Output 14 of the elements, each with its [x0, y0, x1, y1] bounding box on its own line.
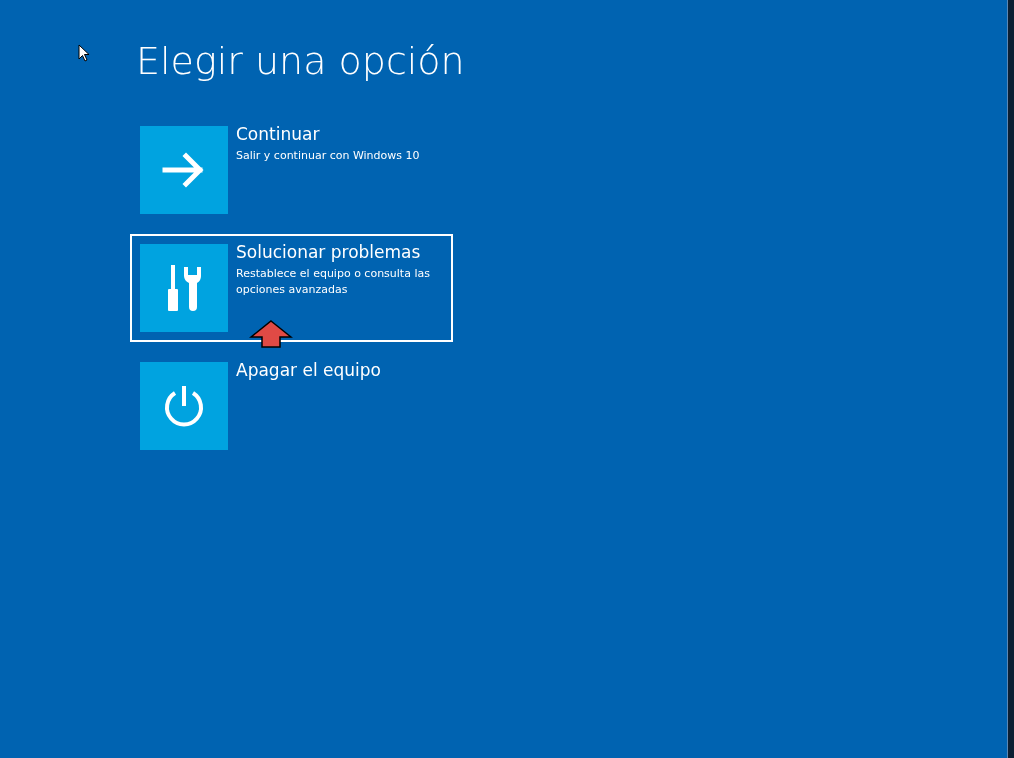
option-title: Continuar [236, 122, 321, 146]
power-icon [162, 383, 206, 428]
option-tile[interactable]: Solucionar problemas Restablece el equipo o consulta las opciones avanzadas [130, 233, 453, 342]
right-arrow-icon [162, 151, 206, 188]
option-description: Salir y continuar con Windows 10 [236, 147, 420, 164]
option-title: Apagar el equipo [236, 358, 381, 382]
option-tile[interactable]: Apagar el equipo [130, 351, 453, 460]
page-title: Elegir una opción [136, 38, 465, 85]
up-arrow-icon [249, 320, 293, 348]
option-tile[interactable]: Continuar Salir y continuar con Windows 10 [130, 115, 453, 224]
option-title: Solucionar problemas [236, 240, 422, 264]
pointer-arrow-icon [78, 44, 89, 62]
option-description: Restablece el equipo o consulta las opciones avanzadas [236, 265, 431, 298]
screwdriver-wrench-icon [167, 264, 201, 311]
